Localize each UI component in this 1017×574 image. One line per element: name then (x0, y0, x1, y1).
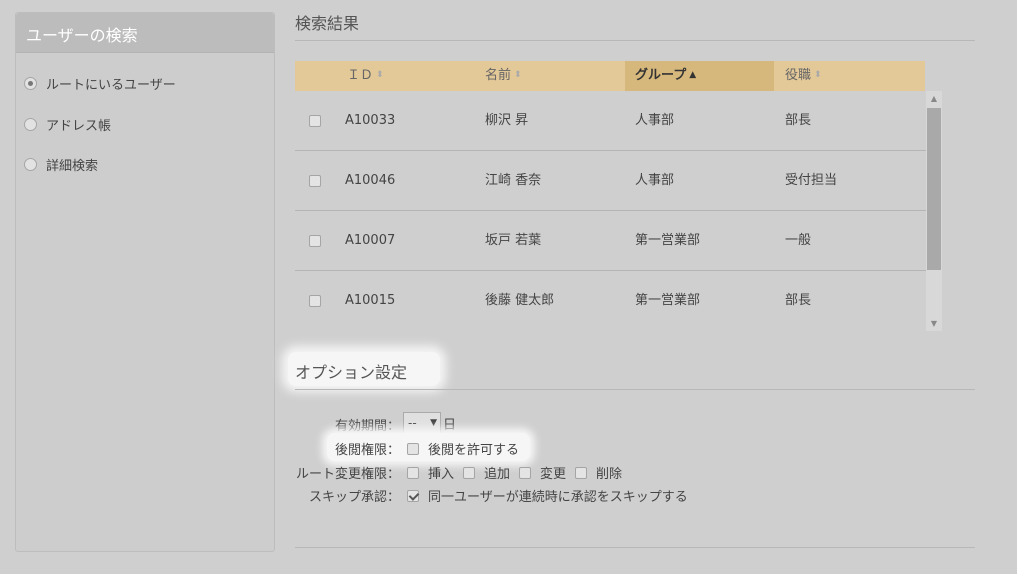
radio-label: 詳細検索 (46, 159, 99, 174)
radio-route-users[interactable]: ルートにいるユーザー (24, 74, 176, 93)
cell-id: A10046 (345, 173, 396, 188)
cell-name: 後藤 健太郎 (485, 293, 555, 308)
delete-checkbox[interactable] (575, 466, 588, 479)
results-divider (295, 40, 975, 41)
validity-row: -- ▼ 日 (403, 412, 456, 434)
change-label: 変更 (540, 467, 567, 482)
results-table: A10033 柳沢 昇 人事部 部長 A10046 江崎 香奈 人事部 受付担当… (295, 91, 926, 331)
cell-role: 部長 (785, 113, 812, 128)
radio-label: ルートにいるユーザー (46, 78, 176, 93)
column-header-role[interactable]: 役職 ⬍ (785, 61, 915, 91)
validity-select[interactable]: -- ▼ (403, 412, 441, 434)
change-checkbox[interactable] (519, 466, 532, 479)
row-checkbox[interactable] (309, 114, 321, 127)
table-scrollbar[interactable]: ▲ ▼ (926, 91, 942, 331)
radio-button[interactable] (24, 118, 37, 131)
read-permission-label: 後閲権限： (334, 443, 400, 458)
add-label: 追加 (484, 467, 511, 482)
cell-name: 江崎 香奈 (485, 173, 542, 188)
cell-group: 人事部 (635, 113, 675, 128)
column-header-id[interactable]: ＩＤ ⬍ (347, 61, 427, 91)
options-title: オプション設定 (295, 363, 408, 382)
row-checkbox[interactable] (309, 294, 321, 307)
table-header: ＩＤ ⬍ 名前 ⬍ グループ ▲ 役職 ⬍ (295, 61, 925, 91)
radio-label: アドレス帳 (46, 119, 112, 134)
skip-approval-checkbox[interactable] (407, 489, 419, 502)
cell-name: 柳沢 昇 (485, 113, 529, 128)
cell-role: 一般 (785, 233, 812, 248)
route-permission-row: 挿入 追加 変更 削除 (407, 463, 622, 482)
results-title: 検索結果 (295, 14, 360, 33)
cell-id: A10033 (345, 113, 396, 128)
validity-unit: 日 (443, 417, 457, 433)
route-permission-label: ルート変更権限： (295, 467, 400, 482)
validity-label: 有効期間： (334, 419, 400, 434)
cell-group: 第一営業部 (635, 293, 701, 308)
skip-approval-label: スキップ承認： (308, 490, 400, 505)
read-permission-row: 後閲を許可する (407, 439, 519, 458)
dropdown-arrow-icon: ▼ (430, 418, 437, 428)
insert-checkbox[interactable] (407, 466, 419, 479)
radio-button[interactable] (24, 158, 37, 171)
read-permission-text: 後閲を許可する (428, 443, 520, 458)
user-search-header: ユーザーの検索 (16, 13, 274, 53)
sort-icon: ⬍ (814, 70, 822, 80)
scroll-thumb[interactable] (927, 108, 941, 270)
cell-id: A10007 (345, 233, 396, 248)
sort-icon: ⬍ (514, 70, 522, 80)
table-row[interactable]: A10046 江崎 香奈 人事部 受付担当 (295, 151, 926, 211)
table-row[interactable]: A10007 坂戸 若葉 第一営業部 一般 (295, 211, 926, 271)
add-checkbox[interactable] (463, 466, 476, 479)
row-checkbox[interactable] (309, 174, 321, 187)
column-header-group[interactable]: グループ ▲ (625, 61, 774, 91)
skip-approval-text: 同一ユーザーが連続時に承認をスキップする (428, 490, 688, 505)
options-divider (295, 389, 975, 390)
radio-advanced-search[interactable]: 詳細検索 (24, 155, 98, 174)
bottom-divider (295, 547, 975, 548)
sort-ascending-icon: ▲ (689, 70, 697, 80)
sort-icon: ⬍ (376, 70, 384, 80)
cell-id: A10015 (345, 293, 396, 308)
delete-label: 削除 (596, 467, 623, 482)
scroll-down-icon[interactable]: ▼ (926, 316, 942, 331)
insert-label: 挿入 (428, 467, 455, 482)
row-checkbox[interactable] (309, 234, 321, 247)
radio-address-book[interactable]: アドレス帳 (24, 115, 111, 134)
cell-group: 人事部 (635, 173, 675, 188)
skip-approval-row: 同一ユーザーが連続時に承認をスキップする (407, 486, 688, 505)
radio-button[interactable] (24, 77, 37, 90)
read-permission-checkbox[interactable] (407, 442, 419, 455)
table-row[interactable]: A10015 後藤 健太郎 第一営業部 部長 (295, 271, 926, 331)
scroll-up-icon[interactable]: ▲ (926, 91, 942, 106)
cell-name: 坂戸 若葉 (485, 233, 542, 248)
cell-role: 受付担当 (785, 173, 838, 188)
cell-role: 部長 (785, 293, 812, 308)
cell-group: 第一営業部 (635, 233, 701, 248)
column-header-name[interactable]: 名前 ⬍ (485, 61, 615, 91)
user-search-panel: ユーザーの検索 (15, 12, 275, 552)
table-row[interactable]: A10033 柳沢 昇 人事部 部長 (295, 91, 926, 151)
